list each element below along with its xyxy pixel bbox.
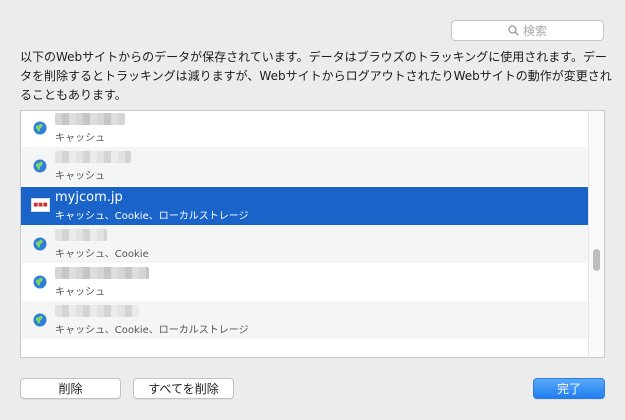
site-name-redacted (55, 113, 125, 127)
site-name-redacted (55, 267, 149, 281)
search-input[interactable]: 検索 (451, 20, 604, 41)
site-detail: キャッシュ (55, 133, 105, 144)
site-detail: キャッシュ、Cookie、ローカルストレージ (55, 325, 249, 336)
remove-button[interactable]: 削除 (20, 378, 121, 399)
list-item[interactable]: キャッシュ (21, 263, 590, 301)
site-name-redacted (55, 305, 139, 319)
site-name-redacted (55, 229, 107, 243)
list-item[interactable]: キャッシュ (21, 147, 590, 185)
globe-icon (33, 237, 47, 251)
globe-icon (33, 275, 47, 289)
website-data-list[interactable]: キャッシュ キャッシュ ■■■ myjcom.jp キャッシュ、Cookie、ロ… (20, 110, 605, 358)
globe-icon (33, 313, 47, 327)
list-item[interactable]: キャッシュ、Cookie、ローカルストレージ (21, 301, 590, 339)
site-name: myjcom.jp (55, 190, 123, 205)
search-placeholder: 検索 (522, 24, 547, 38)
list-item[interactable]: キャッシュ、Cookie (21, 225, 590, 263)
globe-icon (33, 121, 47, 135)
site-detail: キャッシュ (55, 287, 105, 298)
list-item[interactable]: キャッシュ (21, 111, 590, 147)
globe-icon (33, 159, 47, 173)
remove-all-button[interactable]: すべてを削除 (133, 378, 234, 399)
site-favicon: ■■■ (31, 198, 50, 212)
scrollbar-thumb[interactable] (593, 249, 600, 271)
scrollbar[interactable] (588, 111, 604, 357)
site-detail: キャッシュ (55, 171, 105, 182)
description-text: 以下のWebサイトからのデータが保存されています。データはブラウズのトラッキング… (20, 50, 612, 102)
site-detail: キャッシュ、Cookie (55, 249, 149, 260)
list-item-selected[interactable]: ■■■ myjcom.jp キャッシュ、Cookie、ローカルストレージ (21, 187, 590, 225)
site-name-redacted (55, 151, 131, 165)
site-detail: キャッシュ、Cookie、ローカルストレージ (55, 211, 249, 222)
done-button[interactable]: 完了 (533, 378, 605, 399)
search-icon (508, 25, 519, 36)
